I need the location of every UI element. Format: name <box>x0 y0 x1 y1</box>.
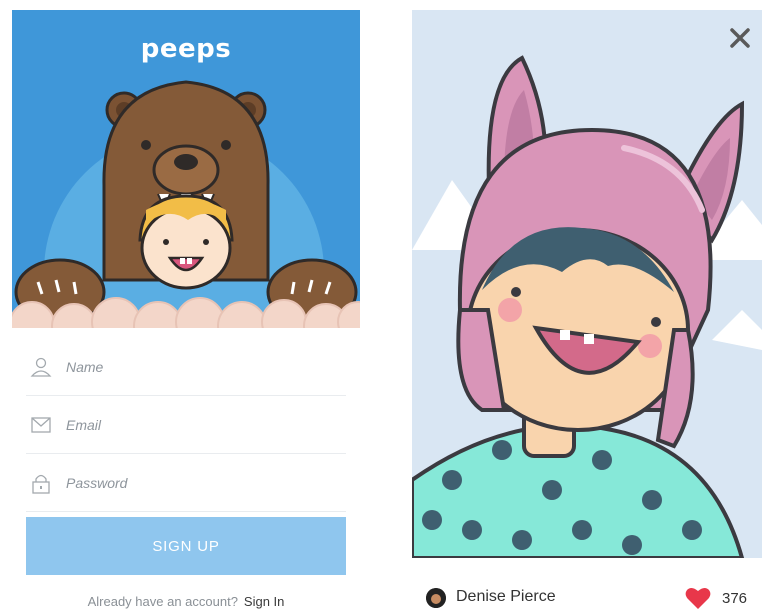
profile-footer: Denise Pierce 376 <box>412 582 762 612</box>
user-name[interactable]: Denise Pierce <box>456 588 556 606</box>
heart-icon[interactable] <box>685 586 711 610</box>
profile-screen: Denise Pierce 376 <box>412 10 762 613</box>
signin-row: Already have an account? Sign In <box>12 594 360 609</box>
bunny-hat-kid-illustration <box>412 10 762 558</box>
avatar-image <box>426 588 446 608</box>
signup-hero: peeps <box>12 10 360 328</box>
brand-logo: peeps <box>140 34 232 64</box>
password-input[interactable] <box>66 468 336 498</box>
close-icon[interactable] <box>724 22 756 54</box>
email-field-row <box>26 396 346 454</box>
lock-icon <box>32 474 50 494</box>
password-field-row <box>26 454 346 512</box>
user-icon <box>30 357 52 377</box>
signup-button[interactable]: SIGN UP <box>26 517 346 575</box>
signin-link[interactable]: Sign In <box>244 594 284 609</box>
signup-screen: peeps SIGN UP Already h <box>12 10 360 613</box>
envelope-icon <box>31 417 51 433</box>
like-count: 376 <box>722 590 748 607</box>
name-input[interactable] <box>66 352 336 382</box>
email-input[interactable] <box>66 410 336 440</box>
avatar[interactable] <box>426 588 446 608</box>
signin-prompt: Already have an account? <box>87 594 238 609</box>
profile-photo <box>412 10 762 558</box>
signup-form <box>26 338 346 512</box>
name-field-row <box>26 338 346 396</box>
